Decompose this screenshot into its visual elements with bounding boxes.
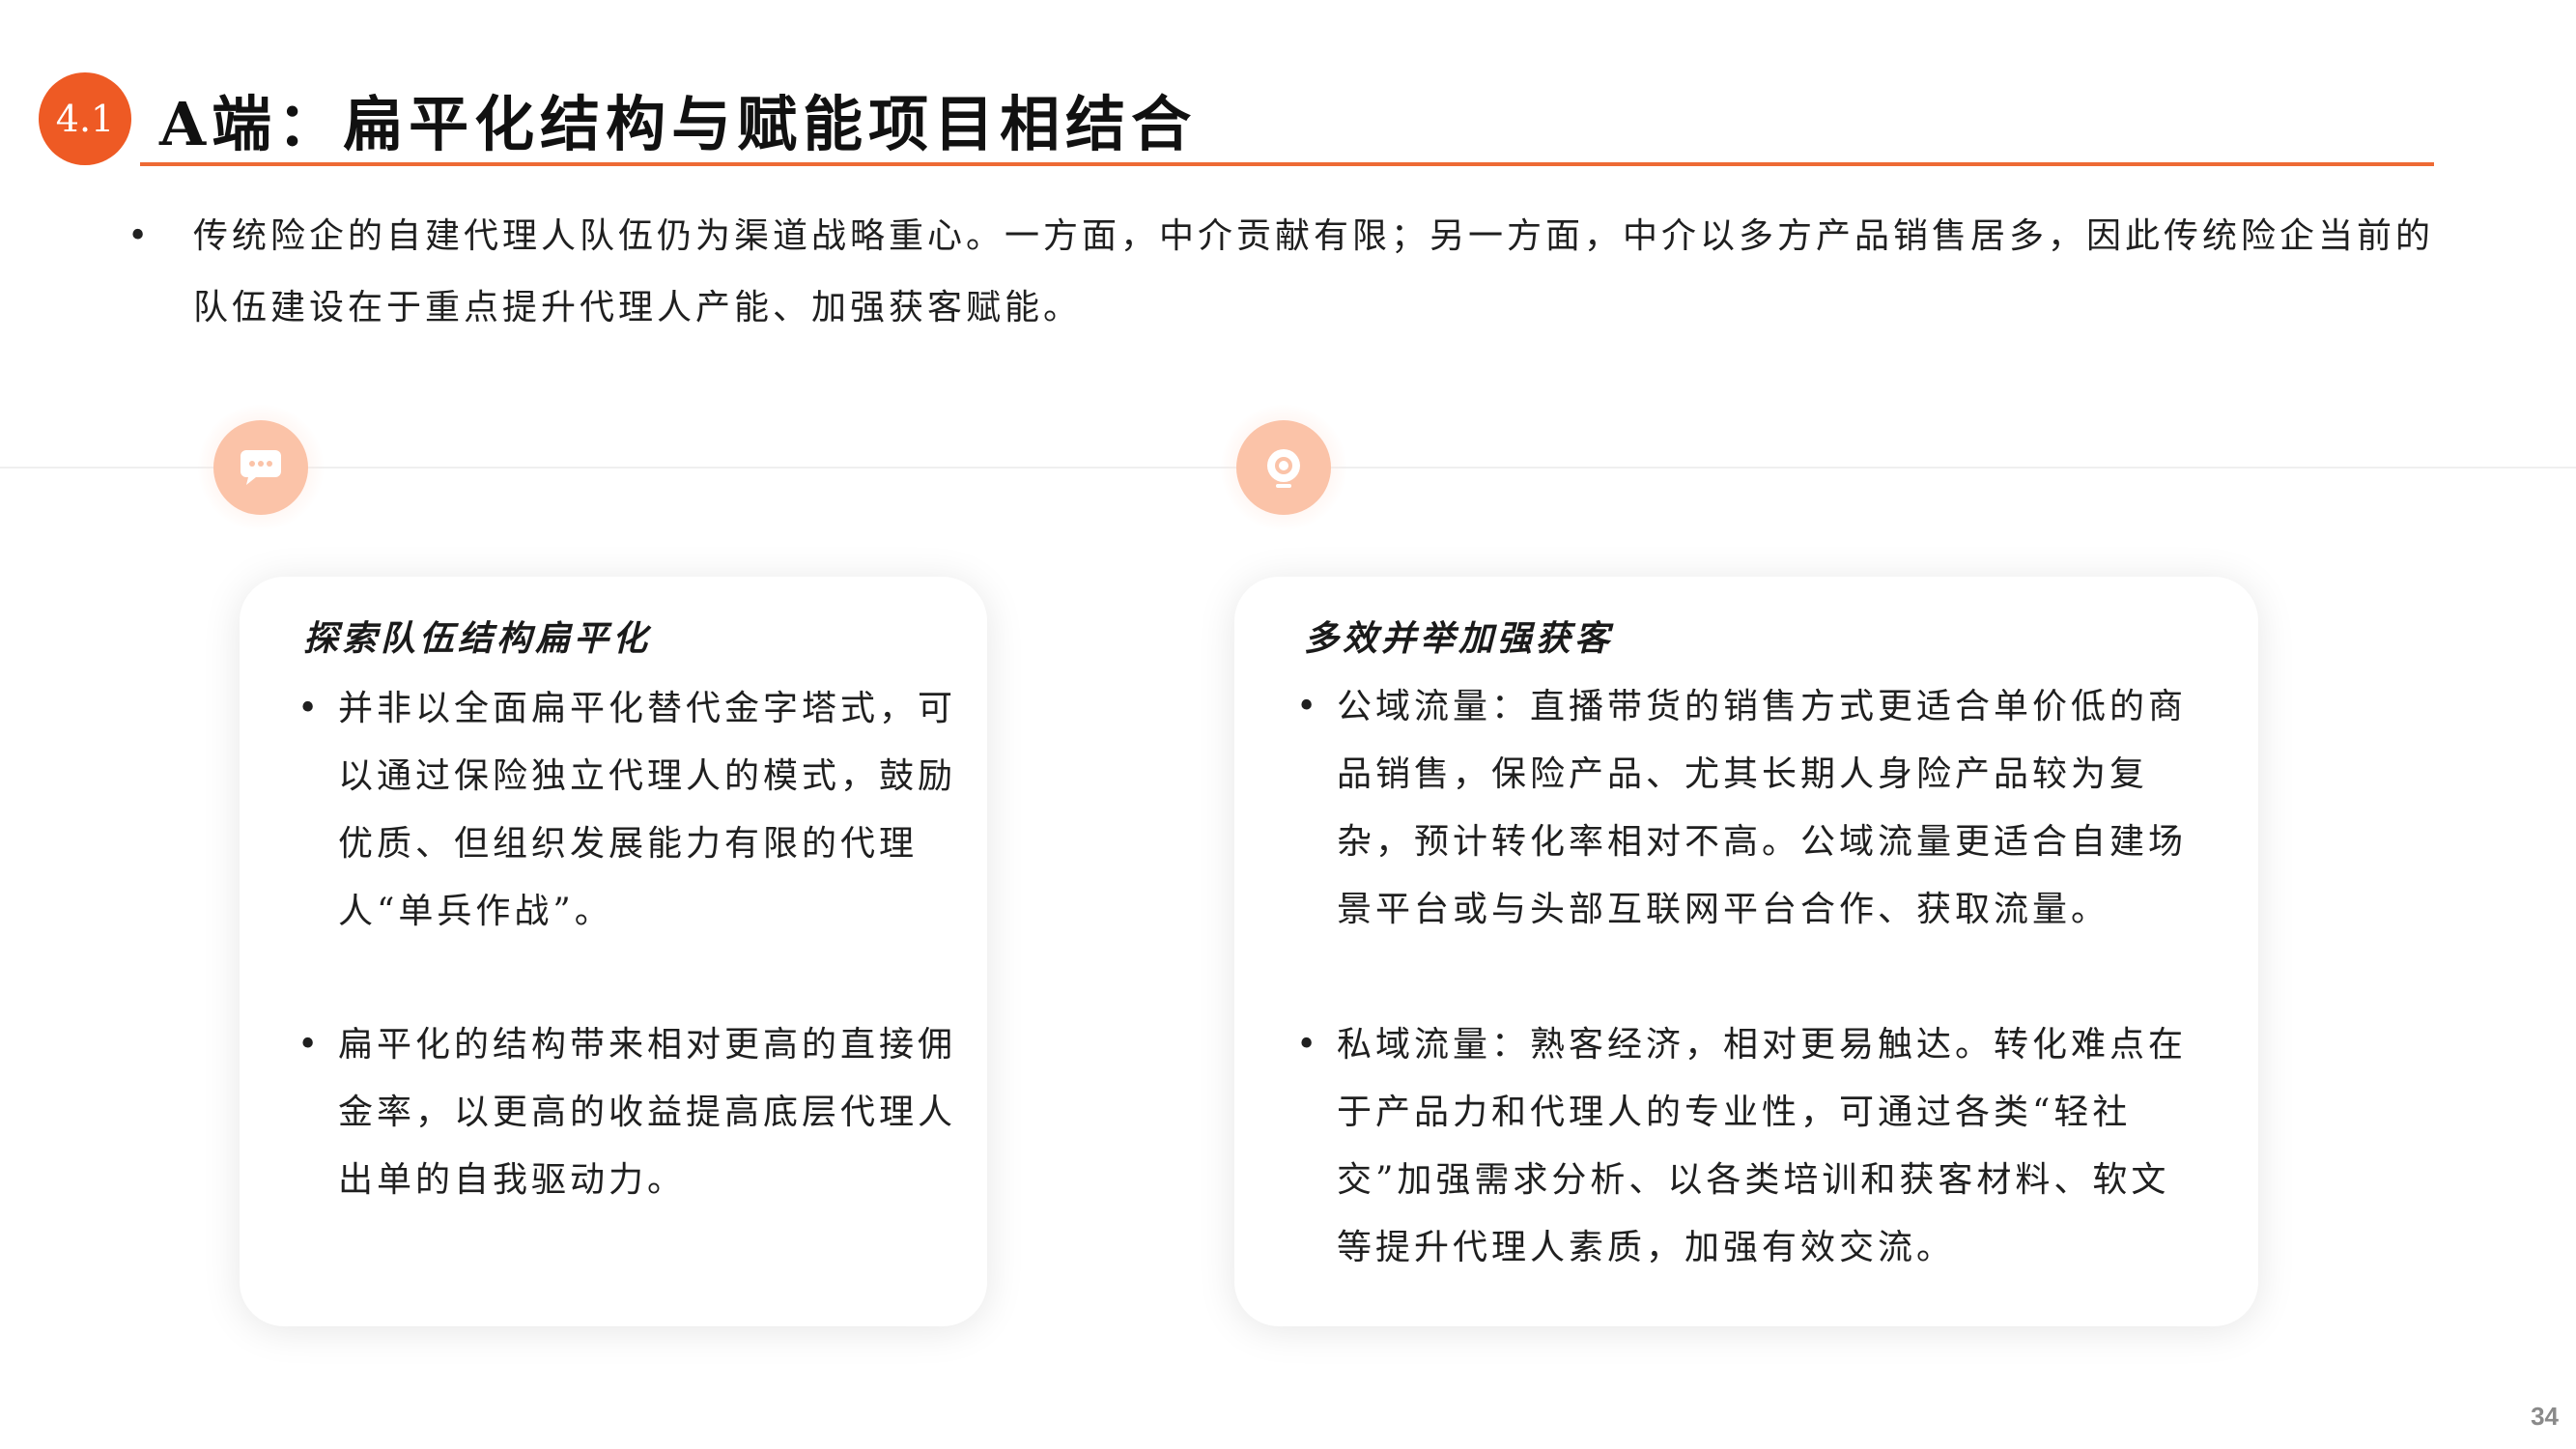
- bullet-dot: •: [1296, 1025, 1321, 1065]
- card-title: 多效并举加强获客: [1304, 618, 1614, 659]
- intro-bullet: •: [127, 216, 149, 256]
- intro-paragraph: 传统险企的自建代理人队伍仍为渠道战略重心。一方面，中介贡献有限；另一方面，中介以…: [193, 216, 2435, 327]
- bullet-dot: •: [297, 689, 323, 728]
- card-bullet-item: • 公域流量：直播带货的销售方式更适合单价低的商品销售，保险产品、尤其长期人身险…: [1296, 673, 2206, 944]
- bullet-dot: •: [297, 1025, 323, 1065]
- card-bullet-text: 扁平化的结构带来相对更高的直接佣金率，以更高的收益提高底层代理人出单的自我驱动力…: [338, 1025, 957, 1200]
- card-bullet-text: 并非以全面扁平化替代金字塔式，可以通过保险独立代理人的模式，鼓励优质、但组织发展…: [338, 689, 957, 931]
- chat-bubble-icon: [241, 450, 281, 485]
- page-title: A端：扁平化结构与赋能项目相结合: [159, 89, 1198, 159]
- section-number-badge: 4.1: [39, 72, 131, 165]
- card-bullet-text: 私域流量：熟客经济，相对更易触达。转化难点在于产品力和代理人的专业性，可通过各类…: [1337, 1025, 2188, 1267]
- target-icon: [1267, 449, 1300, 488]
- bullet-dot: •: [1296, 687, 1321, 726]
- card-bullet-item: • 扁平化的结构带来相对更高的直接佣金率，以更高的收益提高底层代理人出单的自我驱…: [297, 1011, 957, 1214]
- card-flat-structure: 探索队伍结构扁平化 • 并非以全面扁平化替代金字塔式，可以通过保险独立代理人的模…: [240, 577, 987, 1326]
- title-underline: [140, 162, 2434, 166]
- card-customer-acquisition: 多效并举加强获客 • 公域流量：直播带货的销售方式更适合单价低的商品销售，保险产…: [1234, 577, 2258, 1326]
- card-title: 探索队伍结构扁平化: [303, 618, 652, 659]
- timeline-node-left: [213, 420, 308, 515]
- timeline-node-right: [1236, 420, 1331, 515]
- page-number: 34: [2531, 1402, 2559, 1431]
- card-bullet-item: • 并非以全面扁平化替代金字塔式，可以通过保险独立代理人的模式，鼓励优质、但组织…: [297, 675, 957, 946]
- card-bullet-item: • 私域流量：熟客经济，相对更易触达。转化难点在于产品力和代理人的专业性，可通过…: [1296, 1011, 2206, 1282]
- card-bullet-text: 公域流量：直播带货的销售方式更适合单价低的商品销售，保险产品、尤其长期人身险产品…: [1337, 687, 2188, 929]
